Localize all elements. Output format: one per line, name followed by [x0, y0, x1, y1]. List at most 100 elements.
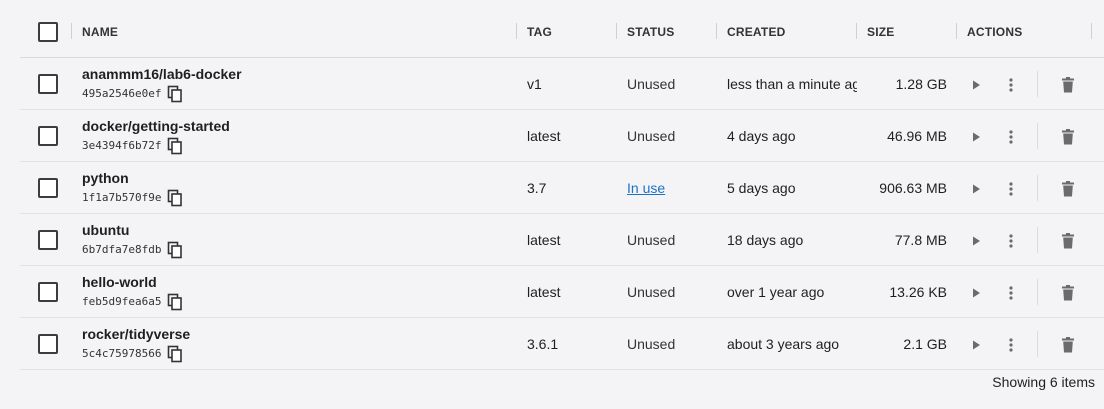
row-checkbox[interactable]: [38, 74, 58, 94]
image-id: 495a2546e0ef: [82, 87, 162, 100]
table-header: NAME TAG STATUS CREATED SIZE ACTIONS: [20, 6, 1104, 58]
image-size: 906.63 MB: [879, 180, 947, 196]
header-checkbox-cell: [38, 6, 62, 57]
image-status: Unused: [627, 59, 717, 109]
row-actions: [967, 59, 1097, 109]
more-vertical-icon[interactable]: [1002, 128, 1020, 146]
image-name-cell: python 1f1a7b570f9e: [82, 163, 502, 213]
status-text: Unused: [627, 284, 676, 300]
image-tag: latest: [527, 232, 561, 248]
action-divider: [1037, 279, 1038, 305]
play-icon[interactable]: [967, 336, 985, 354]
image-id: 5c4c75978566: [82, 347, 162, 360]
column-header-status[interactable]: STATUS: [627, 6, 717, 57]
row-actions: [967, 163, 1097, 213]
image-name: python: [82, 169, 129, 186]
status-text: Unused: [627, 76, 676, 92]
trash-icon[interactable]: [1059, 128, 1077, 146]
row-actions: [967, 215, 1097, 265]
image-tag: v1: [527, 76, 542, 92]
image-name-cell: hello-world feb5d9fea6a5: [82, 267, 502, 317]
play-icon[interactable]: [967, 232, 985, 250]
column-divider: [616, 23, 617, 39]
column-divider: [1091, 23, 1092, 39]
trash-icon[interactable]: [1059, 180, 1077, 198]
action-divider: [1037, 331, 1038, 357]
row-actions: [967, 319, 1097, 369]
action-divider: [1037, 227, 1038, 253]
row-checkbox[interactable]: [38, 178, 58, 198]
row-checkbox[interactable]: [38, 126, 58, 146]
copy-icon[interactable]: [167, 345, 183, 363]
copy-icon[interactable]: [167, 137, 183, 155]
play-icon[interactable]: [967, 284, 985, 302]
image-id: 3e4394f6b72f: [82, 139, 162, 152]
column-divider: [856, 23, 857, 39]
image-id: feb5d9fea6a5: [82, 295, 162, 308]
more-vertical-icon[interactable]: [1002, 284, 1020, 302]
image-name: hello-world: [82, 273, 157, 290]
copy-icon[interactable]: [167, 189, 183, 207]
action-divider: [1037, 175, 1038, 201]
image-name-cell: docker/getting-started 3e4394f6b72f: [82, 111, 502, 161]
table-row[interactable]: hello-world feb5d9fea6a5 latest Unused o…: [20, 267, 1104, 318]
column-header-size[interactable]: SIZE: [867, 6, 957, 57]
image-created: 18 days ago: [727, 232, 804, 248]
image-created: about 3 years ago: [727, 336, 840, 352]
in-use-link[interactable]: In use: [627, 180, 665, 196]
trash-icon[interactable]: [1059, 284, 1077, 302]
action-divider: [1037, 123, 1038, 149]
image-tag: latest: [527, 128, 561, 144]
trash-icon[interactable]: [1059, 76, 1077, 94]
column-divider: [516, 23, 517, 39]
column-header-name[interactable]: NAME: [82, 6, 502, 57]
image-created: 4 days ago: [727, 128, 796, 144]
image-name: ubuntu: [82, 221, 130, 238]
play-icon[interactable]: [967, 180, 985, 198]
row-checkbox[interactable]: [38, 230, 58, 250]
image-size: 2.1 GB: [903, 336, 947, 352]
image-created: less than a minute ago: [727, 76, 857, 92]
table-row[interactable]: anammm16/lab6-docker 495a2546e0ef v1 Unu…: [20, 59, 1104, 110]
image-size: 13.26 KB: [889, 284, 947, 300]
table-row[interactable]: ubuntu 6b7dfa7e8fdb latest Unused 18 day…: [20, 215, 1104, 266]
table-row[interactable]: docker/getting-started 3e4394f6b72f late…: [20, 111, 1104, 162]
column-header-tag[interactable]: TAG: [527, 6, 617, 57]
image-name-cell: rocker/tidyverse 5c4c75978566: [82, 319, 502, 369]
item-count: Showing 6 items: [992, 374, 1095, 390]
status-text: Unused: [627, 232, 676, 248]
play-icon[interactable]: [967, 76, 985, 94]
column-divider: [71, 23, 72, 39]
image-created: 5 days ago: [727, 180, 796, 196]
row-checkbox[interactable]: [38, 334, 58, 354]
more-vertical-icon[interactable]: [1002, 232, 1020, 250]
image-name: anammm16/lab6-docker: [82, 65, 242, 82]
column-header-created[interactable]: CREATED: [727, 6, 857, 57]
trash-icon[interactable]: [1059, 336, 1077, 354]
more-vertical-icon[interactable]: [1002, 336, 1020, 354]
image-status: Unused: [627, 267, 717, 317]
table-row[interactable]: python 1f1a7b570f9e 3.7 In use 5 days ag…: [20, 163, 1104, 214]
status-text: Unused: [627, 336, 676, 352]
more-vertical-icon[interactable]: [1002, 180, 1020, 198]
trash-icon[interactable]: [1059, 232, 1077, 250]
image-size: 46.96 MB: [887, 128, 947, 144]
row-actions: [967, 267, 1097, 317]
action-divider: [1037, 71, 1038, 97]
copy-icon[interactable]: [167, 85, 183, 103]
image-name-cell: ubuntu 6b7dfa7e8fdb: [82, 215, 502, 265]
copy-icon[interactable]: [167, 241, 183, 259]
image-status: Unused: [627, 111, 717, 161]
table-row[interactable]: rocker/tidyverse 5c4c75978566 3.6.1 Unus…: [20, 319, 1104, 370]
copy-icon[interactable]: [167, 293, 183, 311]
image-name-cell: anammm16/lab6-docker 495a2546e0ef: [82, 59, 502, 109]
select-all-checkbox[interactable]: [38, 21, 58, 42]
play-icon[interactable]: [967, 128, 985, 146]
image-name: rocker/tidyverse: [82, 325, 191, 342]
image-tag: latest: [527, 284, 561, 300]
image-tag: 3.6.1: [527, 336, 559, 352]
image-tag: 3.7: [527, 180, 547, 196]
row-checkbox[interactable]: [38, 282, 58, 302]
more-vertical-icon[interactable]: [1002, 76, 1020, 94]
image-id: 1f1a7b570f9e: [82, 191, 162, 204]
